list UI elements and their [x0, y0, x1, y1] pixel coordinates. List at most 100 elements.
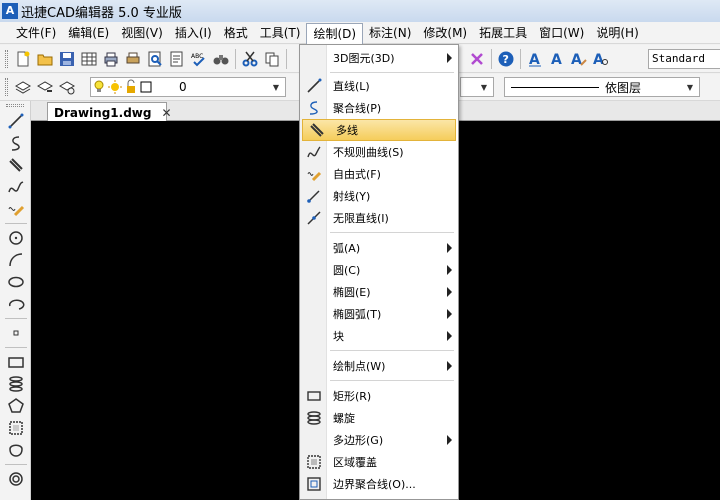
- menu-draw[interactable]: 绘制(D): [306, 22, 364, 45]
- line-tool[interactable]: [3, 110, 29, 132]
- find-button[interactable]: [210, 48, 231, 69]
- menu-view[interactable]: 视图(V): [115, 23, 169, 43]
- print-setup-button[interactable]: [122, 48, 143, 69]
- helix-tool[interactable]: [3, 373, 29, 395]
- text-find-icon: A: [593, 52, 608, 68]
- menu-item-freehand[interactable]: 自由式(F): [300, 163, 458, 185]
- menu-separator: [330, 350, 454, 351]
- menu-item-ray[interactable]: 射线(Y): [300, 185, 458, 207]
- text-button[interactable]: A: [524, 48, 545, 69]
- chevron-down-icon[interactable]: ▼: [269, 79, 283, 95]
- layer-previous-button[interactable]: [34, 77, 55, 98]
- cut-button[interactable]: [239, 48, 260, 69]
- binoculars-icon: [213, 54, 228, 64]
- chevron-down-icon[interactable]: ▼: [683, 79, 697, 95]
- close-icon[interactable]: ✕: [161, 106, 171, 120]
- menu-separator: [330, 380, 454, 381]
- linetype-select[interactable]: 依图层 ▼: [504, 77, 700, 97]
- help-button[interactable]: ?: [495, 48, 516, 69]
- publish-button[interactable]: [166, 48, 187, 69]
- erase-button[interactable]: [466, 48, 487, 69]
- submenu-arrow-icon: [447, 287, 452, 297]
- menu-item-line[interactable]: 直线(L): [300, 75, 458, 97]
- app-logo: A: [2, 3, 18, 19]
- menu-edit[interactable]: 编辑(E): [62, 23, 115, 43]
- menu-file[interactable]: 文件(F): [10, 23, 62, 43]
- point-tool[interactable]: [3, 322, 29, 344]
- menu-item-ellipse[interactable]: 椭圆(E): [300, 281, 458, 303]
- menu-item-wipeout[interactable]: 区域覆盖: [300, 451, 458, 473]
- linetype-preview: [511, 86, 599, 88]
- draw-toolbar: [0, 101, 31, 500]
- mtext-button[interactable]: A: [546, 48, 567, 69]
- text-edit-button[interactable]: A: [568, 48, 589, 69]
- menu-item-xline[interactable]: 无限直线(I): [300, 207, 458, 229]
- menu-item-arc[interactable]: 弧(A): [300, 237, 458, 259]
- toolbar-grip[interactable]: [6, 104, 24, 107]
- line-icon: [8, 113, 24, 129]
- menu-item-helix[interactable]: 螺旋: [300, 407, 458, 429]
- ellipse-arc-tool[interactable]: [3, 293, 29, 315]
- text-find-button[interactable]: A: [590, 48, 611, 69]
- menu-item-rectangle[interactable]: 矩形(R): [300, 385, 458, 407]
- layer-select[interactable]: 0 ▼: [90, 77, 286, 97]
- freehand-tool[interactable]: [3, 198, 29, 220]
- menu-item-label: 无限直线(I): [333, 212, 389, 225]
- svg-text:ABC: ABC: [191, 53, 203, 60]
- toolbar-grip[interactable]: [5, 49, 8, 68]
- menu-item-circle[interactable]: 圆(C): [300, 259, 458, 281]
- donut-tool[interactable]: [3, 468, 29, 490]
- menu-window[interactable]: 窗口(W): [533, 23, 590, 43]
- polyline-tool[interactable]: [3, 132, 29, 154]
- layer-name: 0: [179, 80, 187, 94]
- arc-tool[interactable]: [3, 249, 29, 271]
- multiline-tool[interactable]: [3, 154, 29, 176]
- spline-icon: [306, 146, 320, 158]
- menu-item-ellipse-arc[interactable]: 椭圆弧(T): [300, 303, 458, 325]
- menu-format[interactable]: 格式: [218, 23, 254, 43]
- menu-modify[interactable]: 修改(M): [417, 23, 473, 43]
- print-button[interactable]: [100, 48, 121, 69]
- linetype-name: 依图层: [605, 80, 642, 95]
- menu-help[interactable]: 说明(H): [590, 23, 644, 43]
- spellcheck-button[interactable]: ABC: [188, 48, 209, 69]
- tab-drawing1[interactable]: Drawing1.dwg ✕: [47, 102, 172, 122]
- menu-item-draw-point[interactable]: 绘制点(W): [300, 355, 458, 377]
- ellipse-tool[interactable]: [3, 271, 29, 293]
- wipeout-tool[interactable]: [3, 417, 29, 439]
- copy-button[interactable]: [261, 48, 282, 69]
- menu-item-label: 椭圆弧(T): [333, 308, 382, 321]
- spline-tool[interactable]: [3, 176, 29, 198]
- menu-item-polyline[interactable]: 聚合线(P): [300, 97, 458, 119]
- polygon-tool[interactable]: [3, 395, 29, 417]
- menu-item-spline[interactable]: 不规则曲线(S): [300, 141, 458, 163]
- menu-item-3d-primitives[interactable]: 3D图元(3D): [300, 47, 458, 69]
- preview-button[interactable]: [144, 48, 165, 69]
- menu-item-polygon[interactable]: 多边形(G): [300, 429, 458, 451]
- save-button[interactable]: [56, 48, 77, 69]
- toolbar-grip[interactable]: [5, 78, 8, 96]
- rectangle-tool[interactable]: [3, 351, 29, 373]
- text-style-select[interactable]: Standard: [648, 49, 720, 69]
- menu-insert[interactable]: 插入(I): [169, 23, 218, 43]
- menu-tools[interactable]: 工具(T): [254, 23, 307, 43]
- menu-item-block[interactable]: 块: [300, 325, 458, 347]
- open-button[interactable]: [34, 48, 55, 69]
- menu-dimension[interactable]: 标注(N): [363, 23, 417, 43]
- layer-manager-button[interactable]: [12, 77, 33, 98]
- text-a-icon: A: [528, 52, 541, 68]
- menu-extensions[interactable]: 拓展工具: [473, 23, 533, 43]
- chevron-down-icon[interactable]: ▼: [477, 79, 491, 95]
- menu-item-boundary[interactable]: 边界聚合线(O)...: [300, 473, 458, 495]
- circle-tool[interactable]: [3, 227, 29, 249]
- new-button[interactable]: [12, 48, 33, 69]
- layer-match-button[interactable]: [56, 77, 77, 98]
- polygon-icon: [8, 398, 24, 413]
- color-select[interactable]: ▼: [460, 77, 494, 97]
- grid-button[interactable]: [78, 48, 99, 69]
- layer-match-icon: [58, 81, 75, 95]
- menu-item-label: 不规则曲线(S): [333, 146, 404, 159]
- region-tool[interactable]: [3, 439, 29, 461]
- menu-item-label: 区域覆盖: [333, 456, 377, 469]
- menu-item-multiline[interactable]: 多线: [302, 119, 456, 141]
